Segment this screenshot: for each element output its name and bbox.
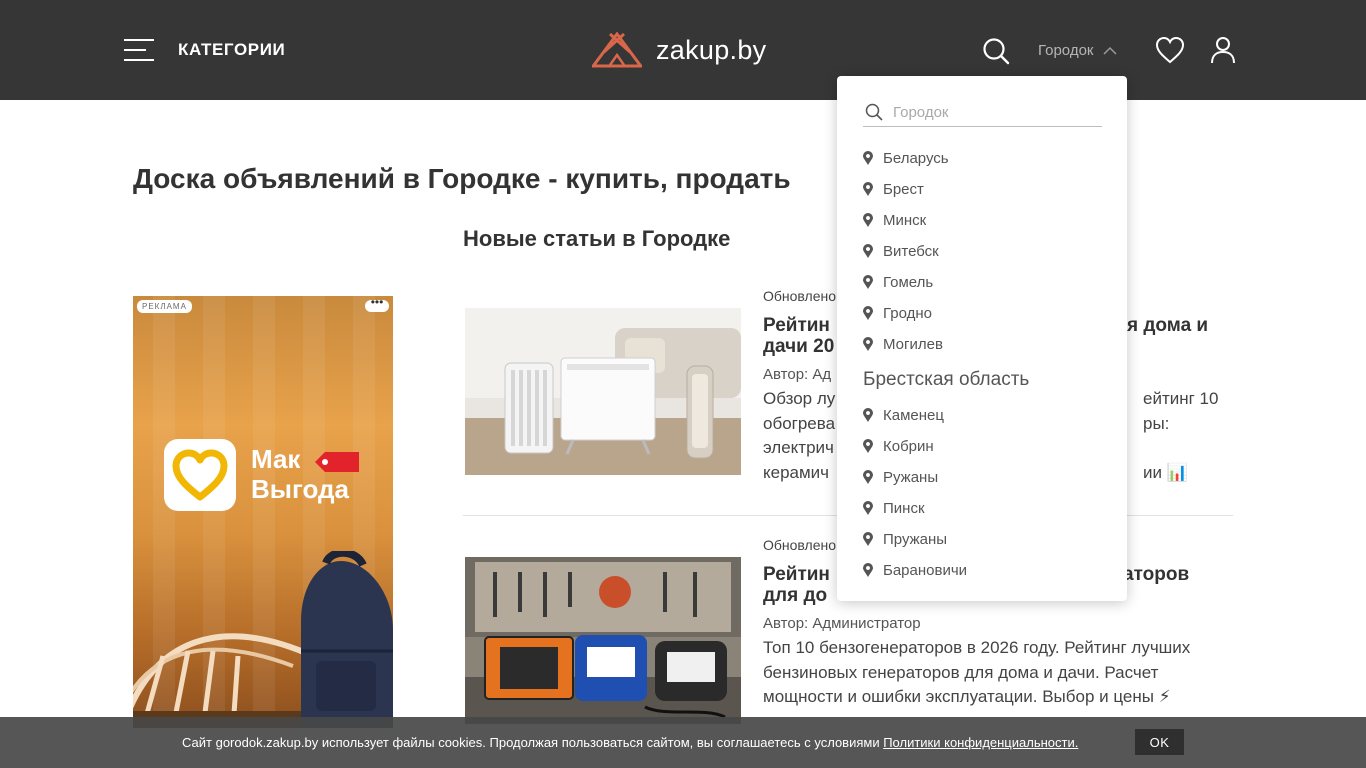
city-option-label: Беларусь — [883, 149, 949, 167]
favorites-heart-icon[interactable] — [1155, 36, 1185, 64]
city-option-label: Барановичи — [883, 561, 968, 579]
city-selector-label: Городок — [1038, 42, 1094, 59]
ad-badge: РЕКЛАМА — [137, 300, 192, 313]
user-profile-icon[interactable] — [1210, 36, 1236, 64]
city-option-label: Минск — [883, 211, 927, 229]
ad-banner[interactable]: РЕКЛАМА ••• Мак Выгода — [133, 296, 393, 728]
city-option[interactable]: Брест — [863, 178, 924, 200]
city-option[interactable]: Минск — [863, 209, 926, 231]
ad-brand-line2: Выгода — [251, 474, 349, 504]
region-group-title: Брестская область — [863, 369, 1030, 390]
ad-more-button[interactable]: ••• — [365, 296, 389, 312]
article-excerpt-line-end: ейтинг 10 — [1143, 389, 1219, 408]
cookie-message: Сайт gorodok.zakup.by использует файлы c… — [182, 735, 884, 750]
generators-photo — [465, 557, 741, 724]
cookie-ok-button[interactable]: OK — [1135, 729, 1184, 755]
logo-text: zakup.by — [656, 34, 767, 65]
article-title-line: Рейтин — [763, 564, 830, 585]
article-excerpt-line: бензиновых генераторов для дома и дачи. … — [763, 662, 1159, 682]
article-author: Автор: Администратор — [763, 615, 921, 632]
page-title: Доска объявлений в Городке - купить, про… — [133, 163, 791, 194]
article-author: Автор: Ад — [763, 366, 832, 383]
city-option[interactable]: Беларусь — [863, 147, 949, 169]
article-image-heaters[interactable] — [465, 308, 741, 475]
location-pin-icon — [863, 306, 873, 320]
article-excerpt-line: обогрева — [763, 413, 836, 433]
city-option[interactable]: Ружаны — [863, 466, 938, 488]
location-pin-icon — [863, 275, 873, 289]
location-pin-icon — [863, 563, 873, 577]
article-excerpt-line: Топ 10 бензогенераторов в 2026 году. Рей… — [763, 638, 1191, 657]
ad-app-logo — [164, 439, 236, 511]
article-excerpt-line-end: ии 📊 — [1143, 462, 1188, 482]
city-option-label: Гродно — [883, 304, 933, 322]
city-option-label: Каменец — [883, 406, 944, 424]
cookie-banner: Сайт gorodok.zakup.by использует файлы c… — [0, 717, 1366, 768]
section-title: Новые статьи в Городке — [463, 226, 731, 251]
city-option-label: Гомель — [883, 273, 934, 291]
search-icon[interactable] — [982, 37, 1010, 65]
city-option[interactable]: Пинск — [863, 497, 925, 519]
city-option-label: Брест — [883, 180, 924, 198]
article-title-line-end: я дома и — [1127, 315, 1209, 336]
location-pin-icon — [863, 337, 873, 351]
heaters-photo — [465, 308, 741, 475]
heart-logo-icon — [172, 449, 228, 501]
location-pin-icon — [863, 182, 873, 196]
article-excerpt-line: мощности и ошибки эксплуатации. Выбор и … — [763, 687, 1171, 706]
article-excerpt: Топ 10 бензогенераторов в 2026 году. Рей… — [763, 636, 1233, 710]
price-tag-icon — [315, 452, 359, 472]
location-pin-icon — [863, 151, 873, 165]
article-excerpt-line: электрич — [763, 438, 834, 457]
site-logo[interactable]: zakup.by — [592, 30, 766, 70]
city-option[interactable]: Витебск — [863, 240, 939, 262]
article-title-line-end: аторов — [1123, 564, 1190, 585]
site-header: КАТЕГОРИИ zakup.by Городок — [0, 0, 1366, 100]
article-meta: Обновлено — [763, 537, 837, 553]
city-dropdown: Беларусь Брест Минск Витебск Гомель Грод… — [837, 76, 1127, 601]
location-pin-icon — [863, 501, 873, 515]
location-pin-icon — [863, 470, 873, 484]
city-selector[interactable]: Городок — [1038, 42, 1118, 59]
city-option-label: Витебск — [883, 242, 939, 260]
menu-icon[interactable] — [124, 38, 154, 62]
article-title-line: Рейтин — [763, 315, 830, 336]
location-pin-icon — [863, 439, 873, 453]
city-option-label: Пинск — [883, 499, 925, 517]
city-search-box — [863, 98, 1102, 127]
city-option[interactable]: Кобрин — [863, 435, 934, 457]
location-pin-icon — [863, 532, 873, 546]
chevron-up-icon — [1103, 46, 1118, 55]
city-option[interactable]: Каменец — [863, 404, 944, 426]
tent-logo-icon — [592, 32, 642, 68]
location-pin-icon — [863, 244, 873, 258]
article-excerpt-line-end: ры: — [1143, 413, 1170, 433]
city-option-label: Кобрин — [883, 437, 934, 455]
article-excerpt-line: Обзор лу — [763, 389, 836, 408]
city-option-label: Могилев — [883, 335, 943, 353]
ad-backpack-illustration — [301, 551, 393, 728]
article-image-generators[interactable] — [465, 557, 741, 724]
cookie-text: Сайт gorodok.zakup.by использует файлы c… — [182, 735, 1078, 750]
privacy-policy-link[interactable]: Политики конфиденциальности. — [883, 735, 1078, 750]
city-search-input[interactable] — [893, 103, 1093, 121]
article-excerpt-line: керамич — [763, 462, 830, 482]
city-option[interactable]: Гродно — [863, 302, 932, 324]
categories-link[interactable]: КАТЕГОРИИ — [178, 40, 285, 60]
search-icon — [865, 103, 883, 121]
city-option[interactable]: Гомель — [863, 271, 933, 293]
location-pin-icon — [863, 213, 873, 227]
article-meta: Обновлено — [763, 288, 837, 304]
city-option-label: Пружаны — [883, 530, 948, 548]
city-option[interactable]: Барановичи — [863, 559, 967, 581]
city-option[interactable]: Пружаны — [863, 528, 947, 550]
city-option-label: Ружаны — [883, 468, 939, 486]
city-option[interactable]: Могилев — [863, 333, 943, 355]
location-pin-icon — [863, 408, 873, 422]
